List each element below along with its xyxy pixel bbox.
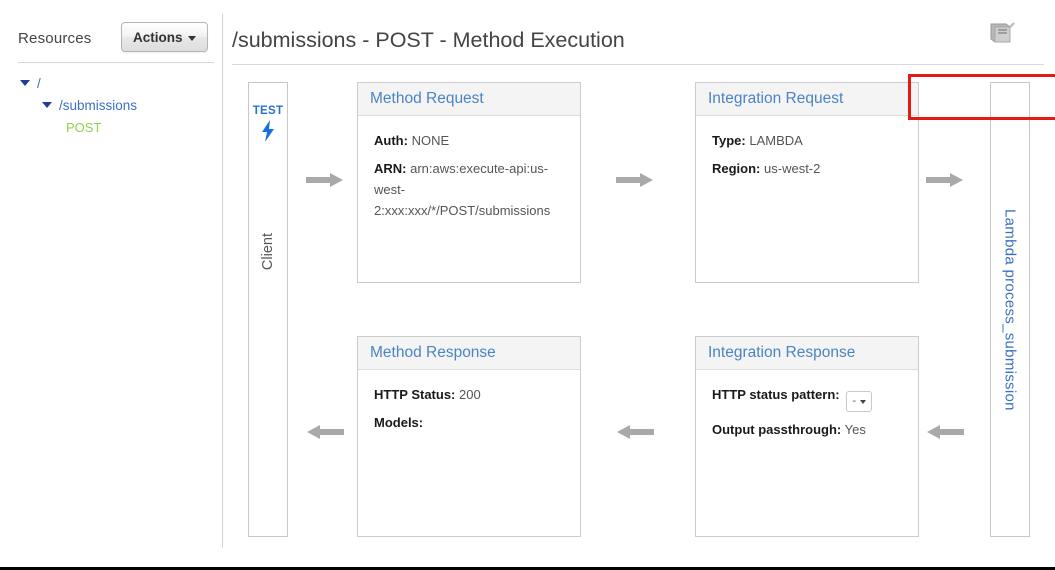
method-response-status-label: HTTP Status: [374,387,456,402]
test-invoke-block[interactable]: TEST [249,105,287,148]
panel-integration-response[interactable]: Integration Response HTTP status pattern… [695,336,919,537]
panel-method-request-title[interactable]: Method Request [358,83,580,116]
integration-response-pattern-label: HTTP status pattern: [712,387,840,402]
method-response-models-row: Models: [374,412,567,433]
arrow-lambda-to-integration-response [926,424,964,440]
tree-item-post-method-label[interactable]: POST [66,120,101,135]
method-response-status-row: HTTP Status: 200 [374,384,567,405]
method-request-auth-row: Auth: NONE [374,130,567,151]
integration-request-highlight-annotation [908,74,1055,120]
arrow-integration-request-to-lambda [926,172,964,188]
sidebar-divider [18,62,214,63]
integration-request-region-row: Region: us-west-2 [712,158,905,179]
method-response-models-label: Models: [374,415,424,430]
method-request-arn-label: ARN: [374,161,407,176]
integration-request-type-row: Type: LAMBDA [712,130,905,151]
caret-down-icon[interactable] [42,102,52,108]
panel-method-request-body: Auth: NONE ARN: arn:aws:execute-api:us-w… [358,116,580,221]
integration-request-region-label: Region: [712,161,761,176]
api-gateway-method-execution-page: Resources Actions / /submissions POST /s… [0,0,1055,570]
tree-item-submissions-label[interactable]: /submissions [59,98,137,113]
arrow-integration-response-to-method-response [616,424,654,440]
tree-item-post-method[interactable]: POST [18,116,218,138]
arrow-method-request-to-integration-request [616,172,654,188]
panel-method-response-body: HTTP Status: 200 Models: [358,370,580,433]
panel-integration-request[interactable]: Integration Request Type: LAMBDA Region:… [695,82,919,283]
actions-button[interactable]: Actions [121,22,208,52]
sidebar-header: Resources Actions [18,22,214,56]
panel-integration-request-body: Type: LAMBDA Region: us-west-2 [696,116,918,179]
actions-button-label: Actions [133,29,183,45]
sidebar-title: Resources [18,30,92,47]
panel-integration-request-title[interactable]: Integration Request [696,83,918,116]
client-label-wrap: Client [249,233,287,270]
client-column: TEST Client [248,82,288,537]
integration-request-type-value: LAMBDA [749,133,803,148]
page-title: /submissions - POST - Method Execution [232,28,625,52]
caret-down-icon[interactable] [20,80,30,86]
arrow-client-to-method-request [306,172,344,188]
integration-response-pattern-row: HTTP status pattern: - [712,384,905,412]
tree-item-submissions[interactable]: /submissions [18,94,218,116]
main-content: /submissions - POST - Method Execution T… [222,0,1055,567]
resources-sidebar: Resources Actions / /submissions POST [0,0,222,567]
integration-request-region-value: us-west-2 [764,161,821,176]
integration-response-passthrough-row: Output passthrough: Yes [712,419,905,440]
method-response-status-value: 200 [459,387,481,402]
test-label[interactable]: TEST [249,105,287,117]
panel-method-request[interactable]: Method Request Auth: NONE ARN: arn:aws:e… [357,82,581,283]
resource-tree: / /submissions POST [18,72,218,138]
integration-request-type-label: Type: [712,133,746,148]
arrow-method-response-to-client [306,424,344,440]
method-request-auth-value: NONE [411,133,450,148]
lambda-label-wrap: Lambda process_submission [991,83,1029,536]
book-icon[interactable] [986,20,1016,48]
method-request-arn-row: ARN: arn:aws:execute-api:us-west-2:xxx:x… [374,158,567,221]
integration-response-passthrough-label: Output passthrough: [712,422,842,437]
tree-item-root-label[interactable]: / [37,76,41,91]
panel-integration-response-title[interactable]: Integration Response [696,337,918,370]
lambda-column: Lambda process_submission [990,82,1030,537]
http-status-pattern-value: - [852,395,857,407]
lightning-bolt-icon[interactable] [249,119,287,148]
method-request-auth-label: Auth: [374,133,408,148]
lambda-function-label[interactable]: Lambda process_submission [1002,209,1019,411]
http-status-pattern-dropdown[interactable]: - [846,391,873,412]
chevron-down-icon [860,400,867,404]
title-divider [232,64,1044,65]
panel-integration-response-body: HTTP status pattern: - Output passthroug… [696,370,918,440]
client-label: Client [260,233,276,271]
tree-item-root[interactable]: / [18,72,218,94]
panel-method-response[interactable]: Method Response HTTP Status: 200 Models: [357,336,581,537]
chevron-down-icon [187,35,196,41]
panel-method-response-title[interactable]: Method Response [358,337,580,370]
integration-response-passthrough-value: Yes [844,422,866,437]
